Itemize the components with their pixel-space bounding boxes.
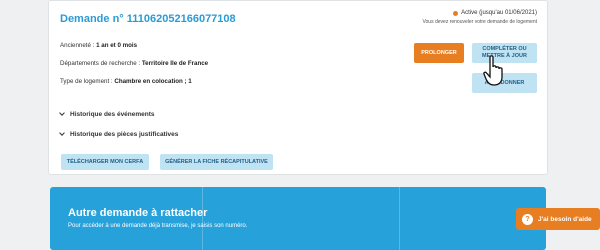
field-anciennete: Ancienneté : 1 an et 0 mois xyxy=(60,42,138,49)
status-note: Vous devez renouveler votre demande de l… xyxy=(422,19,537,25)
demande-title: Demande n° 111062052166077108 xyxy=(60,13,236,25)
chevron-down-icon xyxy=(59,130,65,136)
accordion-pieces[interactable]: Historique des pièces justificatives xyxy=(59,130,178,138)
banner-title: Autre demande à rattacher xyxy=(68,207,208,219)
chat-icon: ? xyxy=(522,213,533,225)
demande-card: Demande n° 111062052166077108 Active (ju… xyxy=(48,0,548,175)
banner-subtitle: Pour accéder à une demande déjà transmis… xyxy=(68,223,248,229)
chevron-down-icon xyxy=(59,110,65,116)
field-type-logement: Type de logement : Chambre en colocation… xyxy=(60,78,192,85)
autre-demande-banner: Autre demande à rattacher Pour accéder à… xyxy=(50,187,546,250)
help-label: J'ai besoin d'aide xyxy=(538,215,592,223)
status-block: Active (jusqu'au 01/06/2021) Vous devez … xyxy=(422,10,537,25)
field-departements: Départements de recherche : Territoire I… xyxy=(60,60,209,67)
telecharger-cerfa-button[interactable]: TÉLÉCHARGER MON CERFA xyxy=(61,154,149,170)
status-dot-icon xyxy=(453,10,459,16)
status-label: Active (jusqu'au 01/06/2021) xyxy=(461,10,537,16)
accordion-evenements[interactable]: Historique des événements xyxy=(59,110,155,118)
prolonger-button[interactable]: PROLONGER xyxy=(414,43,464,63)
generer-fiche-button[interactable]: GÉNÉRER LA FICHE RÉCAPITULATIVE xyxy=(160,154,273,170)
hand-cursor-icon xyxy=(483,55,503,86)
help-button[interactable]: ? J'ai besoin d'aide xyxy=(516,208,600,230)
